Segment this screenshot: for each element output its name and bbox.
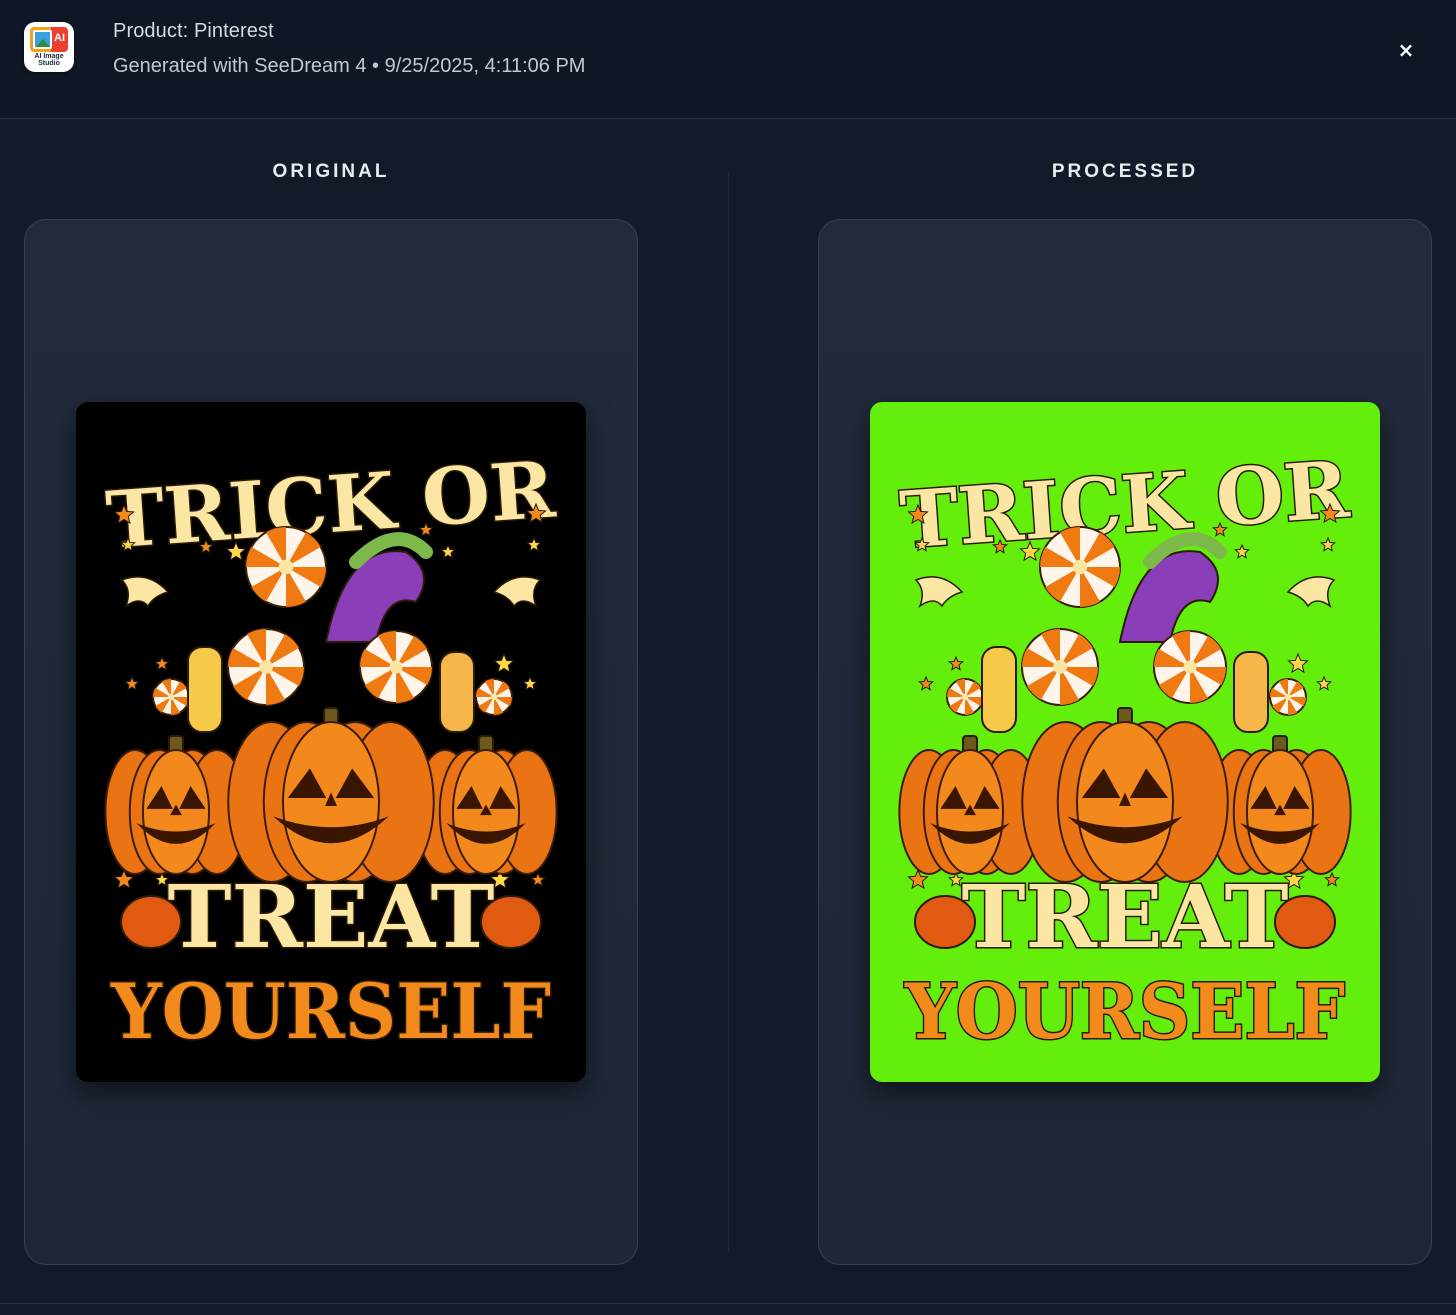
poster-title-line3: YOURSELF bbox=[904, 967, 1345, 1056]
product-title: Product: Pinterest bbox=[113, 20, 274, 42]
image-icon: AI bbox=[30, 27, 68, 52]
poster-title-line3: YOURSELF bbox=[110, 967, 551, 1056]
app-logo-icon: AI AI Image Studio bbox=[24, 22, 74, 72]
close-button[interactable]: × bbox=[1390, 34, 1422, 66]
processed-label: PROCESSED bbox=[1051, 161, 1199, 182]
poster-title-line2: TREAT bbox=[961, 867, 1288, 968]
processed-image[interactable]: TRICK OR TREAT YOURSELF bbox=[870, 402, 1380, 1082]
logo-label: AI Image Studio bbox=[34, 53, 64, 67]
logo-badge: AI bbox=[54, 32, 65, 44]
original-image[interactable]: TRICK OR TREAT YOURSELF bbox=[76, 402, 586, 1082]
column-divider bbox=[728, 172, 729, 1252]
processed-panel: TRICK OR TREAT YOURSELF bbox=[818, 219, 1432, 1265]
poster-title-line2: TREAT bbox=[167, 867, 494, 968]
original-label: ORIGINAL bbox=[272, 161, 390, 182]
generation-info: Generated with SeeDream 4 • 9/25/2025, 4… bbox=[113, 55, 586, 77]
modal-header: AI AI Image Studio Product: Pinterest Ge… bbox=[0, 0, 1456, 119]
footer-divider bbox=[0, 1303, 1456, 1304]
original-panel: TRICK OR TREAT YOURSELF bbox=[24, 219, 638, 1265]
